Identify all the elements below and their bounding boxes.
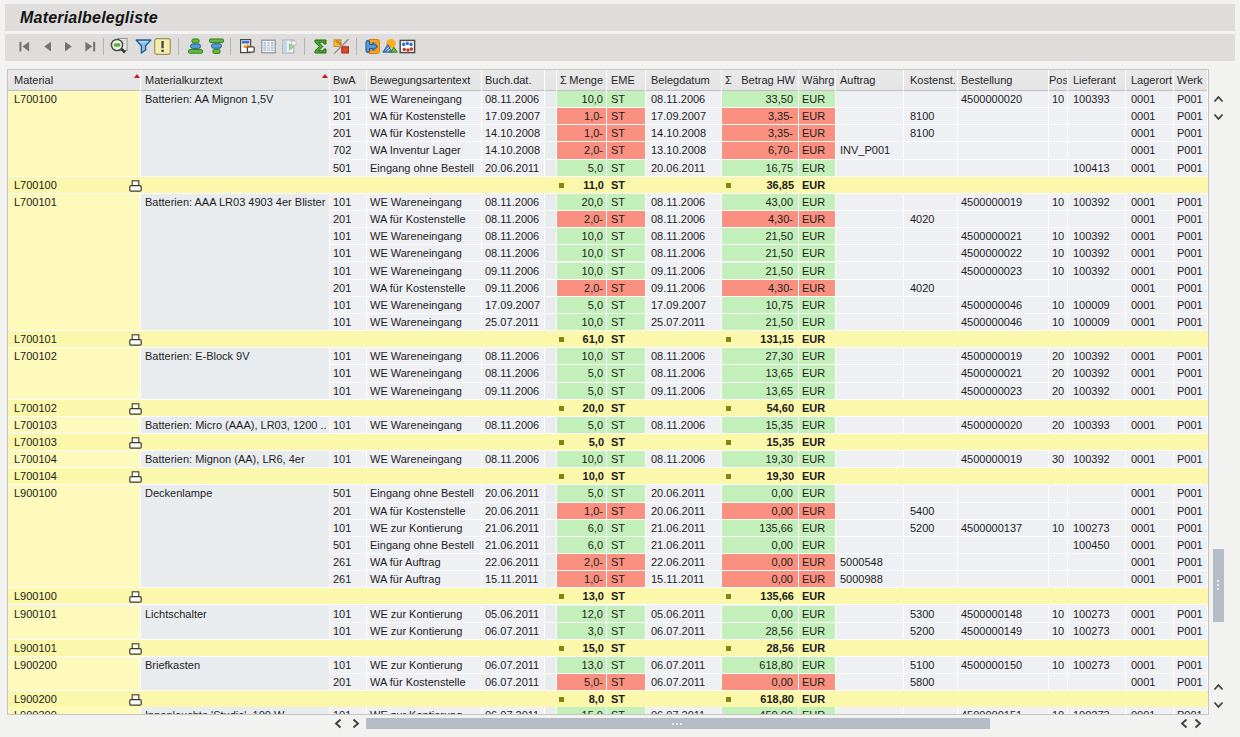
svg-text:%: % <box>335 39 341 46</box>
